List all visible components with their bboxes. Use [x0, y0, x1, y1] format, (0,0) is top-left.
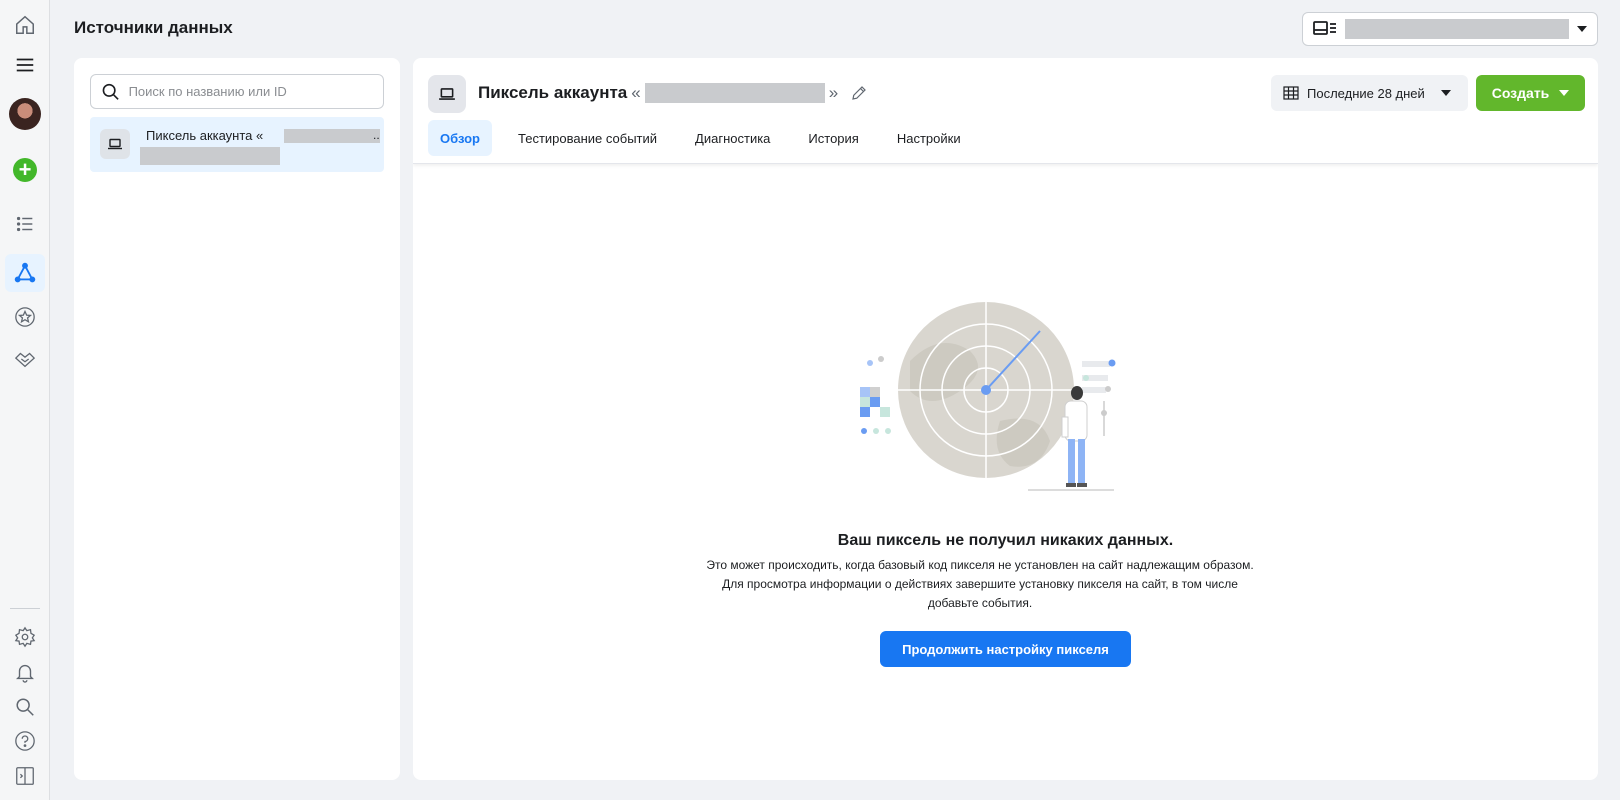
chevron-down-icon [1440, 90, 1451, 96]
pixel-header: Пиксель аккаунта « » Последние 28 дней С… [413, 58, 1598, 164]
search-button[interactable] [5, 688, 45, 726]
account-selector[interactable] [1302, 12, 1598, 46]
page-title: Источники данных [74, 18, 233, 37]
tab-test-events[interactable]: Тестирование событий [506, 120, 669, 156]
quote-open: « [631, 83, 641, 102]
search-icon [102, 83, 119, 100]
search-input[interactable] [128, 84, 373, 99]
avatar [9, 98, 41, 130]
list-item[interactable]: Пиксель аккаунта « .. [90, 117, 384, 172]
account-name-redacted [1345, 19, 1569, 39]
empty-state-title: Ваш пиксель не получил никаких данных. [837, 532, 1174, 549]
handshake-icon [14, 352, 36, 368]
pixel-details-panel: Пиксель аккаунта « » Последние 28 дней С… [413, 58, 1598, 780]
pixel-title: Пиксель аккаунта « » [478, 83, 868, 103]
list-item-label: Пиксель аккаунта « [146, 128, 264, 143]
favorites-button[interactable] [5, 298, 45, 336]
data-sources-list-panel: Пиксель аккаунта « .. [74, 58, 400, 780]
network-icon [14, 262, 36, 283]
business-card-icon [1313, 21, 1336, 35]
bell-icon [16, 664, 34, 683]
list-button[interactable] [5, 205, 45, 243]
settings-button[interactable] [5, 618, 45, 656]
tab-settings[interactable]: Настройки [885, 120, 973, 156]
rail-divider [10, 608, 40, 609]
pencil-icon[interactable] [850, 84, 868, 102]
home-icon [16, 15, 34, 34]
create-button-label: Создать [1491, 85, 1550, 101]
account-name-redacted [284, 129, 380, 143]
date-range-button[interactable]: Последние 28 дней [1271, 75, 1468, 111]
tab-diagnostics[interactable]: Диагностика [683, 120, 782, 156]
tab-bar: Обзор Тестирование событий Диагностика И… [428, 120, 987, 156]
radar-illustration [860, 302, 1116, 491]
plus-circle-icon: + [13, 158, 37, 182]
quote-close: » [828, 83, 839, 102]
search-icon [16, 698, 34, 716]
list-item-ellipsis: .. [373, 128, 380, 142]
pixel-title-text: Пиксель аккаунта [478, 83, 628, 102]
create-shortcut-button[interactable]: + [5, 151, 45, 189]
collapse-button[interactable] [5, 757, 45, 795]
date-range-label: Последние 28 дней [1307, 85, 1425, 101]
collapse-panel-icon [16, 767, 34, 785]
tab-history[interactable]: История [796, 120, 870, 156]
star-circle-icon [15, 307, 35, 327]
home-button[interactable] [5, 6, 45, 44]
laptop-icon [100, 129, 130, 159]
profile-button[interactable] [5, 95, 45, 133]
help-icon [15, 731, 35, 751]
empty-state-description: Это может происходить, когда базовый код… [706, 558, 1254, 610]
account-name-redacted [644, 83, 825, 103]
menu-icon [16, 58, 34, 72]
chevron-down-icon [1577, 26, 1587, 32]
help-button[interactable] [5, 722, 45, 760]
calendar-grid-icon [1283, 86, 1299, 100]
partners-button[interactable] [5, 340, 45, 378]
create-button[interactable]: Создать [1476, 75, 1585, 111]
pixel-id-redacted [140, 147, 280, 165]
gear-icon [14, 626, 36, 648]
tab-overview[interactable]: Обзор [428, 120, 492, 156]
search-box[interactable] [90, 74, 384, 109]
menu-button[interactable] [5, 46, 45, 84]
notifications-button[interactable] [5, 653, 45, 691]
chevron-down-icon [1559, 90, 1570, 96]
data-sources-button[interactable] [5, 254, 45, 292]
continue-setup-button[interactable]: Продолжить настройку пикселя [880, 631, 1131, 667]
left-nav-rail: + [0, 0, 50, 800]
list-icon [16, 216, 33, 232]
laptop-icon [428, 75, 466, 113]
